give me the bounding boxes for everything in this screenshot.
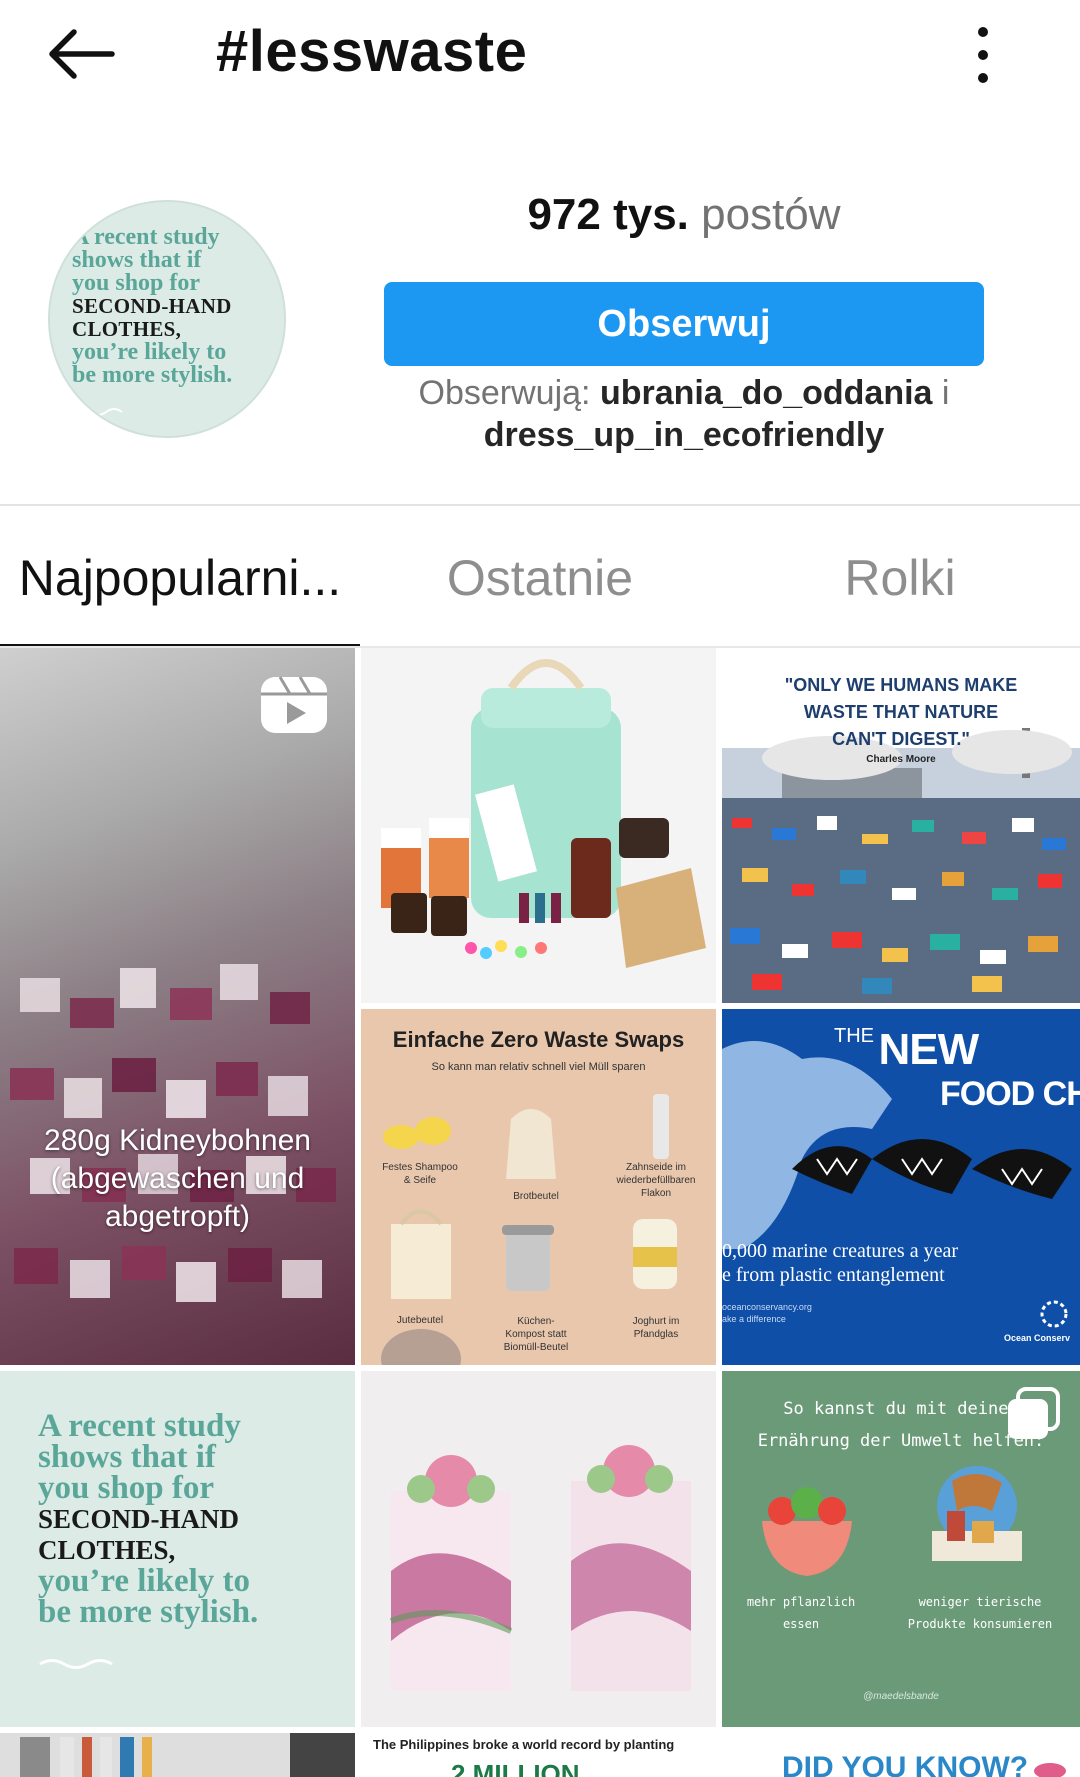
study-line: A recent study [38, 1408, 241, 1444]
swap-label: Jutebeutel [396, 1315, 444, 1326]
grid-post[interactable] [0, 1733, 355, 1777]
post-image [381, 659, 706, 968]
post-headline-big: 2 MILLION [451, 1759, 580, 1777]
study-line: be more stylish. [38, 1594, 259, 1630]
avatar-text-line: you shop for [72, 270, 201, 296]
section-divider [0, 504, 1080, 506]
post-grid: 280g Kidneybohnen (abgewaschen und abget… [0, 648, 1080, 1777]
reel-caption-line: (abgewaschen und [50, 1162, 305, 1195]
squiggle-icon [73, 408, 123, 416]
grid-post[interactable]: THE NEW FOOD CHAI 0,000 marine creatures… [722, 1009, 1080, 1365]
reel-caption-line: 280g Kidneybohnen [44, 1124, 311, 1157]
diet-tip-line: mehr pflanzlich [746, 1595, 856, 1609]
post-image [1034, 1763, 1066, 1777]
grid-post[interactable] [361, 648, 716, 1003]
post-image [10, 964, 336, 1302]
swap-label: Joghurt im [632, 1316, 680, 1327]
grid-post[interactable]: So kannst du mit deiner Ernährung der Um… [722, 1371, 1080, 1727]
diet-tip-line: Produkte konsumieren [907, 1617, 1053, 1631]
quote-line: "ONLY WE HUMANS MAKE [784, 675, 1018, 695]
swap-label: Küchen- [517, 1316, 555, 1327]
tab-bar: Najpopularni... Ostatnie Rolki [0, 508, 1080, 648]
reel-caption-line: abgetropft) [104, 1200, 251, 1233]
grid-post[interactable]: "ONLY WE HUMANS MAKE WASTE THAT NATURE C… [722, 648, 1080, 1003]
top-bar: #lesswaste [0, 0, 1080, 110]
study-line: CLOTHES, [38, 1535, 176, 1565]
followed-by-text: Obserwują: ubrania_do_oddania i dress_up… [384, 372, 984, 456]
more-vertical-icon [978, 27, 988, 83]
post-count: 972 tys. postów [384, 190, 984, 240]
avatar-text-line: CLOTHES, [72, 317, 182, 341]
swap-label: wiederbefüllbaren [616, 1175, 696, 1186]
swap-label: Brotbeutel [513, 1191, 559, 1202]
chain-source-line: oceanconservancy.org [722, 1302, 812, 1312]
grid-post[interactable]: DID YOU KNOW? [722, 1733, 1080, 1777]
grid-post[interactable]: 280g Kidneybohnen (abgewaschen und abget… [0, 648, 355, 1365]
study-line: shows that if [38, 1439, 216, 1475]
grid-post[interactable]: Einfache Zero Waste Swaps So kann man re… [361, 1009, 716, 1365]
page-title: #lesswaste [216, 19, 528, 84]
post-image [389, 1445, 691, 1691]
swap-label: Festes Shampoo [382, 1162, 458, 1173]
squiggle-icon [39, 1659, 113, 1669]
chain-org: Ocean Conserv [1004, 1333, 1071, 1343]
chain-title-small: THE [834, 1025, 874, 1047]
study-line: you’re likely to [38, 1563, 251, 1599]
study-line: you shop for [38, 1470, 215, 1506]
followed-by-user-link[interactable]: dress_up_in_ecofriendly [484, 416, 885, 454]
chain-source-line: ake a difference [722, 1314, 786, 1324]
avatar-text-line: be more stylish. [72, 362, 233, 388]
followed-by-user-link[interactable]: ubrania_do_oddania [600, 374, 933, 412]
chain-title-line2: FOOD CHAI [940, 1075, 1080, 1113]
avatar-text-line: shows that if [72, 247, 202, 273]
chain-title-big: NEW [878, 1025, 979, 1074]
swap-label: Zahnseide im [625, 1162, 687, 1173]
avatar-text-line: you’re likely to [72, 339, 227, 365]
grid-post[interactable]: A recent study shows that if you shop fo… [0, 1371, 355, 1727]
post-count-value: 972 tys. [527, 190, 689, 239]
tab-recent[interactable]: Ostatnie [360, 508, 720, 648]
back-button[interactable] [44, 24, 120, 84]
swap-label: & Seife [403, 1175, 437, 1186]
grid-post[interactable]: The Philippines broke a world record by … [361, 1733, 716, 1777]
chain-text-line: e from plastic entanglement [722, 1264, 945, 1286]
hashtag-avatar: A recent study shows that if you shop fo… [48, 200, 286, 438]
post-image [20, 1733, 355, 1777]
post-headline: DID YOU KNOW? [782, 1751, 1029, 1777]
diet-tip-line: essen [782, 1617, 820, 1631]
swap-label: Kompost statt [505, 1329, 567, 1340]
tab-reels[interactable]: Rolki [720, 508, 1080, 648]
post-count-label: postów [701, 190, 841, 239]
followed-by-joiner: i [941, 374, 950, 412]
followed-by-prefix: Obserwują: [418, 374, 591, 412]
quote-author: Charles Moore [866, 754, 936, 765]
post-image [762, 1466, 1022, 1576]
avatar-text-line: SECOND-HAND [72, 294, 232, 318]
chain-text-line: 0,000 marine creatures a year [722, 1240, 958, 1262]
avatar-text-line: A recent study [72, 224, 220, 250]
tab-top[interactable]: Najpopularni... [0, 508, 360, 648]
study-line: SECOND-HAND [38, 1504, 240, 1534]
diet-handle: @maedelsbande [863, 1691, 939, 1702]
grid-post[interactable] [361, 1371, 716, 1727]
quote-line: CAN'T DIGEST." [832, 729, 970, 749]
swap-label: Pfandglas [633, 1329, 679, 1340]
arrow-left-icon [49, 29, 115, 79]
more-options-button[interactable] [960, 22, 1006, 88]
swap-label: Biomüll-Beutel [503, 1342, 569, 1353]
swap-label: Flakon [640, 1188, 671, 1199]
follow-button[interactable]: Obserwuj [384, 282, 984, 366]
diet-tip-line: weniger tierische [918, 1595, 1042, 1609]
reels-icon [261, 676, 327, 733]
quote-line: WASTE THAT NATURE [803, 702, 999, 722]
post-headline: The Philippines broke a world record by … [373, 1737, 675, 1752]
